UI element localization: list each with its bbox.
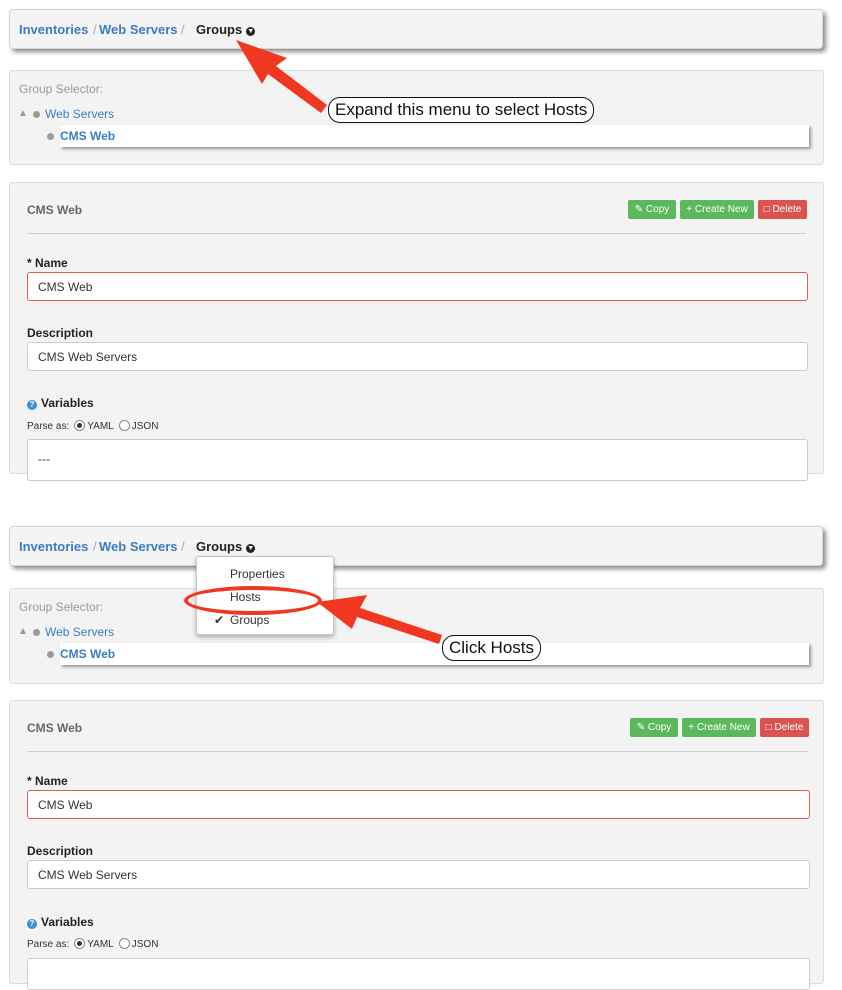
variables-label: ? Variables <box>27 915 94 929</box>
description-value: CMS Web Servers <box>38 868 138 882</box>
edit-icon: ✎ <box>634 204 644 215</box>
json-radio[interactable] <box>118 938 130 949</box>
highlight-circle <box>184 586 322 615</box>
plus-icon: + <box>688 722 695 733</box>
yaml-label: YAML <box>87 421 114 432</box>
screenshot-2: Inventories / Web Servers / Groups ▼ Grou… <box>0 517 842 990</box>
breadcrumb-web-servers[interactable]: Web Servers <box>99 539 178 554</box>
delete-label: Delete <box>772 204 802 215</box>
json-radio[interactable] <box>118 420 130 431</box>
tree-node-dot <box>33 629 40 636</box>
edit-icon: ✎ <box>636 722 646 733</box>
divider <box>27 233 806 234</box>
copy-button[interactable]: ✎ Copy <box>630 718 678 737</box>
variables-label-text: Variables <box>41 915 94 929</box>
trash-icon: □ <box>763 204 770 215</box>
name-field[interactable]: CMS Web <box>27 272 808 301</box>
tree-node-dot <box>47 651 54 658</box>
menu-item-properties[interactable]: Properties <box>230 567 285 581</box>
variables-label: ? Variables <box>27 396 94 410</box>
group-node-label: CMS Web <box>60 647 116 661</box>
variables-editor[interactable]: --- <box>27 439 808 481</box>
delete-button[interactable]: □ Delete <box>758 200 807 219</box>
group-node-cms-web[interactable]: CMS Web <box>60 643 809 665</box>
copy-label: Copy <box>645 204 670 215</box>
create-new-label: Create New <box>696 722 750 733</box>
create-new-label: Create New <box>694 204 748 215</box>
name-value: CMS Web <box>38 798 93 812</box>
breadcrumb-separator: / <box>181 539 185 554</box>
name-label: * Name <box>27 256 68 270</box>
name-label: * Name <box>27 774 68 788</box>
group-selector-label: Group Selector: <box>19 600 104 614</box>
description-value: CMS Web Servers <box>38 350 138 364</box>
breadcrumb-inventories[interactable]: Inventories <box>19 539 88 554</box>
breadcrumb-separator: / <box>93 22 97 37</box>
breadcrumb: Inventories / Web Servers / Groups ▼ <box>9 526 823 566</box>
description-field[interactable]: CMS Web Servers <box>27 342 808 371</box>
group-node-web-servers[interactable]: Web Servers <box>45 107 114 121</box>
screenshot-1: Inventories / Web Servers / Groups ▼ Grou… <box>0 0 842 481</box>
group-selector-label: Group Selector: <box>19 82 104 96</box>
json-label: JSON <box>131 421 159 432</box>
copy-label: Copy <box>647 722 672 733</box>
create-new-button[interactable]: + Create New <box>682 718 756 737</box>
groups-menu-toggle[interactable]: Groups ▼ <box>196 22 256 37</box>
tree-node-dot <box>47 133 54 140</box>
parse-as-group: Parse as: YAML JSON <box>27 938 158 950</box>
sitemap-icon: ▲ <box>18 626 28 637</box>
breadcrumb-inventories[interactable]: Inventories <box>19 22 88 37</box>
chevron-down-circle-icon: ▼ <box>246 544 256 553</box>
create-new-button[interactable]: + Create New <box>680 200 754 219</box>
description-label: Description <box>27 326 94 340</box>
json-label: JSON <box>131 939 159 950</box>
name-value: CMS Web <box>38 280 93 294</box>
group-node-label: CMS Web <box>60 129 116 143</box>
chevron-down-circle-icon: ▼ <box>246 27 256 36</box>
plus-icon: + <box>686 204 693 215</box>
annotation-callout: Click Hosts <box>442 635 542 661</box>
breadcrumb-separator: / <box>181 22 185 37</box>
menu-item-groups[interactable]: Groups <box>230 613 269 627</box>
parse-as-label: Parse as: <box>27 939 70 950</box>
annotation-callout: Expand this menu to select Hosts <box>328 97 595 123</box>
check-icon: ✔ <box>214 613 225 627</box>
sitemap-icon: ▲ <box>18 108 28 119</box>
copy-button[interactable]: ✎ Copy <box>628 200 676 219</box>
variables-value: --- <box>38 452 50 466</box>
question-circle-icon[interactable]: ? <box>27 919 37 929</box>
divider <box>27 751 808 752</box>
breadcrumb-current: Groups <box>196 22 243 37</box>
breadcrumb-web-servers[interactable]: Web Servers <box>99 22 178 37</box>
tree-node-dot <box>33 111 40 118</box>
trash-icon: □ <box>765 722 772 733</box>
groups-menu-toggle[interactable]: Groups ▼ <box>196 539 256 554</box>
delete-button[interactable]: □ Delete <box>760 718 809 737</box>
breadcrumb: Inventories / Web Servers / Groups ▼ <box>9 9 823 49</box>
parse-as-label: Parse as: <box>27 421 70 432</box>
question-circle-icon[interactable]: ? <box>27 400 37 410</box>
breadcrumb-current: Groups <box>196 539 243 554</box>
group-properties-panel: CMS Web ✎ Copy + Create New □ Delete * N… <box>9 700 824 990</box>
group-selector: Group Selector: ▲ Web Servers CMS Web <box>9 588 824 684</box>
yaml-radio[interactable] <box>74 938 86 949</box>
delete-label: Delete <box>774 722 804 733</box>
panel-title: CMS Web <box>27 203 83 217</box>
name-field[interactable]: CMS Web <box>27 790 810 819</box>
variables-editor[interactable] <box>27 958 810 990</box>
breadcrumb-separator: / <box>93 539 97 554</box>
yaml-label: YAML <box>87 939 114 950</box>
panel-title: CMS Web <box>27 721 83 735</box>
group-node-web-servers[interactable]: Web Servers <box>45 625 114 639</box>
group-properties-panel: CMS Web ✎ Copy + Create New □ Delete * N… <box>9 182 824 481</box>
description-label: Description <box>27 844 94 858</box>
variables-label-text: Variables <box>41 396 94 410</box>
description-field[interactable]: CMS Web Servers <box>27 860 810 889</box>
group-node-cms-web[interactable]: CMS Web <box>60 125 809 147</box>
yaml-radio[interactable] <box>74 420 86 431</box>
parse-as-group: Parse as: YAML JSON <box>27 420 158 432</box>
